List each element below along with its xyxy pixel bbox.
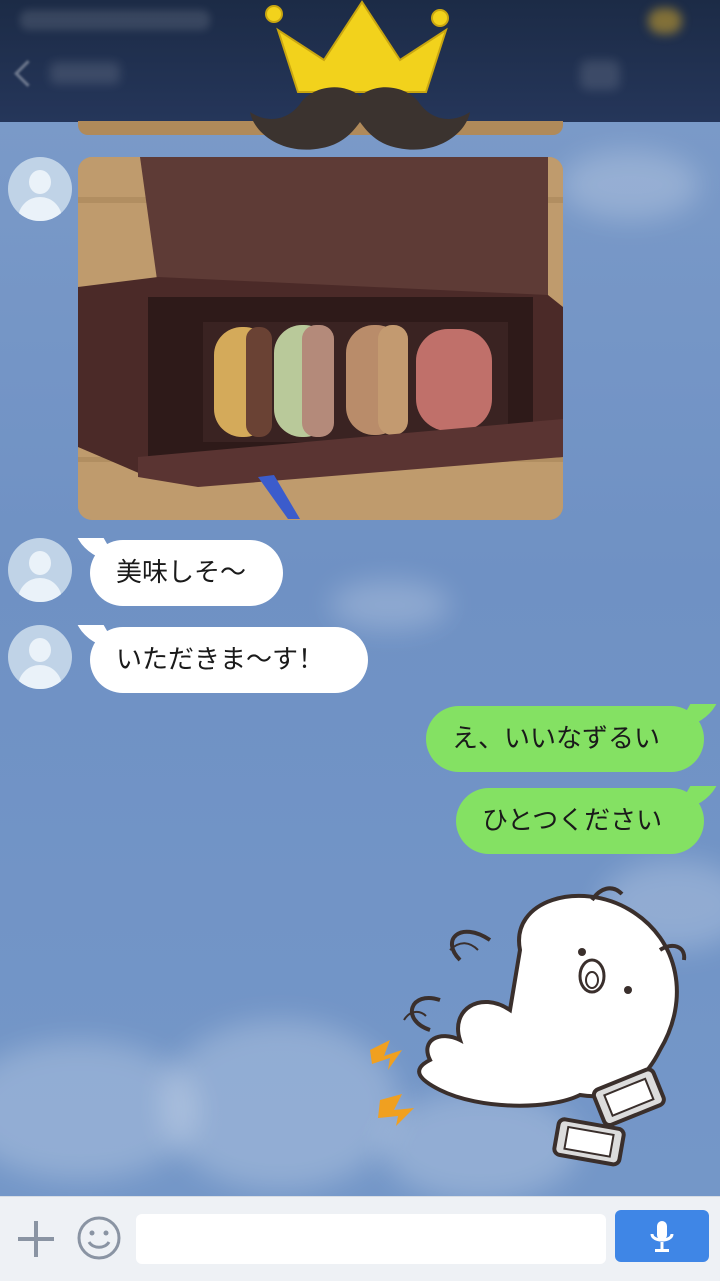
input-bar (0, 1196, 720, 1281)
chat-title (50, 62, 120, 84)
avatar[interactable] (8, 625, 72, 689)
avatar[interactable] (8, 157, 72, 221)
message-input[interactable] (136, 1214, 606, 1264)
battery-icon (648, 8, 682, 34)
plus-icon[interactable] (14, 1217, 58, 1261)
back-icon[interactable] (14, 60, 41, 87)
microphone-icon (650, 1221, 674, 1252)
status-bar (20, 10, 210, 30)
photo-message[interactable] (78, 157, 563, 520)
message-bubble[interactable]: ひとつください (456, 788, 704, 854)
sticker-message[interactable] (360, 880, 700, 1170)
message-bubble[interactable]: 美味しそ〜 (90, 540, 283, 606)
voice-button[interactable] (615, 1210, 709, 1262)
message-bubble[interactable]: いただきま〜す！ (90, 627, 368, 693)
smile-icon[interactable] (76, 1215, 122, 1261)
crown-mustache-sticker (250, 0, 470, 150)
avatar[interactable] (8, 538, 72, 602)
macaron-box-image (78, 157, 563, 520)
menu-icon[interactable] (580, 60, 620, 90)
message-bubble[interactable]: え、いいなずるい (426, 706, 704, 772)
